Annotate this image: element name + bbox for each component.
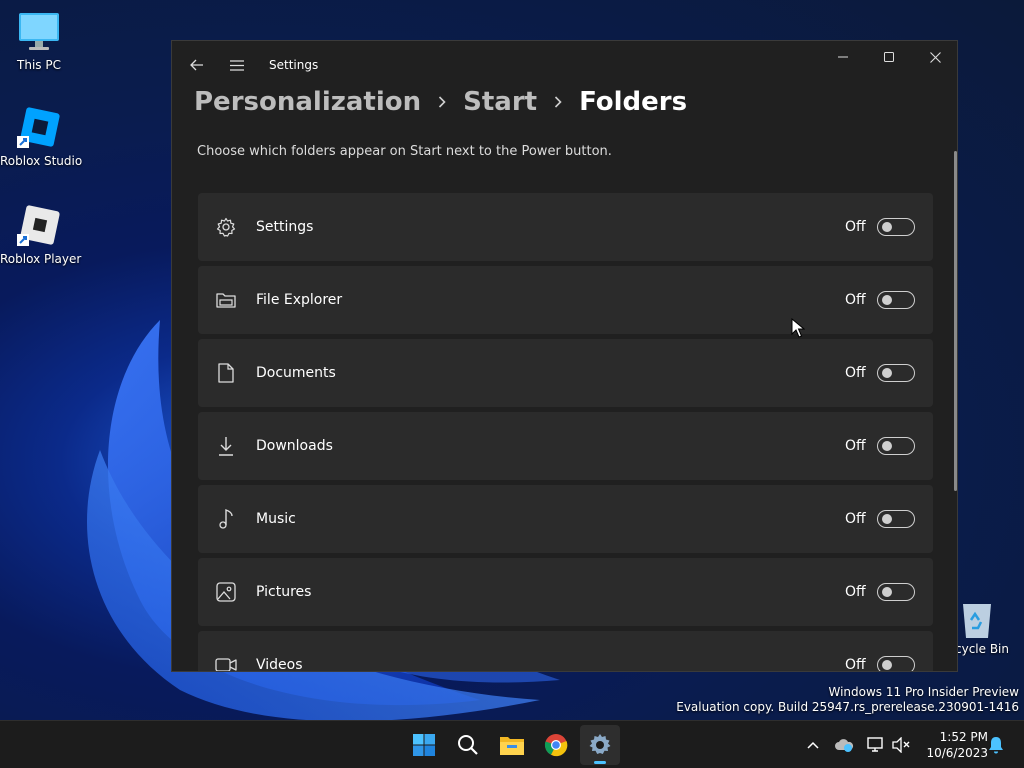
bell-icon	[989, 737, 1003, 754]
folder-name: Videos	[256, 657, 303, 672]
window-title: Settings	[269, 58, 319, 72]
desktop-icon-label: Roblox Studio	[0, 154, 83, 168]
folder-name: Music	[256, 511, 296, 527]
folder-name: Documents	[256, 365, 336, 381]
pictures-toggle[interactable]	[877, 583, 915, 601]
mouse-cursor-icon	[791, 318, 805, 338]
network-icon	[867, 737, 883, 752]
watermark-edition: Windows 11 Pro Insider Preview	[828, 685, 1019, 699]
settings-window: Settings Personalization Start Folders C…	[171, 40, 958, 672]
minimize-button[interactable]	[820, 41, 866, 73]
network-tray-button[interactable]	[866, 735, 886, 755]
chevron-up-icon	[807, 741, 819, 749]
hamburger-icon	[230, 59, 244, 71]
show-hidden-icons-button[interactable]	[803, 735, 823, 755]
breadcrumb-personalization[interactable]: Personalization	[194, 87, 421, 117]
document-icon	[214, 361, 238, 385]
build-watermark: Windows 11 Pro Insider Preview Evaluatio…	[676, 685, 1019, 715]
roblox-player-icon	[17, 204, 61, 248]
folder-name: Pictures	[256, 584, 312, 600]
back-button[interactable]	[182, 51, 212, 79]
videos-toggle[interactable]	[877, 656, 915, 671]
video-icon	[214, 653, 238, 671]
taskbar: 1:52 PM 10/6/2023	[0, 720, 1024, 768]
desktop-icon-this-pc[interactable]: This PC	[0, 10, 78, 72]
notification-button[interactable]	[986, 735, 1006, 755]
desktop-icon-roblox-studio[interactable]: Roblox Studio	[0, 106, 83, 168]
folder-row-file-explorer[interactable]: File Explorer Off	[198, 266, 933, 334]
folder-row-music[interactable]: Music Off	[198, 485, 933, 553]
toggle-state-label: Off	[845, 219, 866, 235]
start-icon	[413, 734, 435, 756]
clock-date: 10/6/2023	[926, 746, 988, 760]
music-toggle[interactable]	[877, 510, 915, 528]
file-explorer-taskbar-button[interactable]	[492, 725, 532, 765]
desktop-icon-recycle-bin[interactable]: cycle Bin	[955, 598, 1024, 656]
folder-row-settings[interactable]: Settings Off	[198, 193, 933, 261]
recycle-bin-label: cycle Bin	[955, 642, 1009, 656]
toggle-state-label: Off	[845, 438, 866, 454]
recycle-bin-icon	[957, 598, 997, 640]
navigation-menu-button[interactable]	[222, 51, 252, 79]
chrome-icon	[544, 734, 568, 757]
clock-time: 1:52 PM	[939, 730, 988, 744]
minimize-icon	[838, 56, 848, 58]
taskbar-clock[interactable]: 1:52 PM 10/6/2023	[918, 729, 988, 761]
maximize-button[interactable]	[866, 41, 912, 73]
folder-name: Downloads	[256, 438, 333, 454]
breadcrumb: Personalization Start Folders	[194, 87, 687, 117]
folder-name: Settings	[256, 219, 314, 235]
vertical-scrollbar[interactable]	[954, 151, 957, 491]
watermark-build: Evaluation copy. Build 25947.rs_prerelea…	[676, 700, 1019, 714]
breadcrumb-folders: Folders	[579, 87, 688, 117]
maximize-icon	[884, 52, 894, 62]
music-note-icon	[214, 507, 238, 531]
file-explorer-icon	[500, 737, 524, 755]
file-explorer-toggle[interactable]	[877, 291, 915, 309]
volume-tray-button[interactable]	[891, 735, 911, 755]
onedrive-tray-button[interactable]	[834, 735, 854, 755]
desktop-icon-label: This PC	[17, 58, 61, 72]
toggle-state-label: Off	[845, 584, 866, 600]
toggle-state-label: Off	[845, 511, 866, 527]
arrow-left-icon	[190, 59, 203, 71]
file-explorer-icon	[214, 288, 238, 312]
toggle-state-label: Off	[845, 292, 866, 308]
close-button[interactable]	[912, 41, 957, 73]
gear-icon	[214, 215, 238, 239]
folder-row-videos[interactable]: Videos Off	[198, 631, 933, 672]
chevron-right-icon	[435, 92, 449, 112]
desktop-icon-roblox-player[interactable]: Roblox Player	[0, 204, 82, 266]
picture-icon	[214, 580, 238, 604]
speaker-muted-icon	[892, 737, 910, 753]
toggle-state-label: Off	[845, 657, 866, 672]
chevron-right-icon	[551, 92, 565, 112]
folder-row-pictures[interactable]: Pictures Off	[198, 558, 933, 626]
settings-icon	[589, 734, 611, 754]
settings-toggle[interactable]	[877, 218, 915, 236]
roblox-studio-icon	[17, 106, 61, 150]
downloads-toggle[interactable]	[877, 437, 915, 455]
desktop-icon-label: Roblox Player	[0, 252, 82, 266]
cloud-icon	[835, 739, 854, 752]
start-button[interactable]	[404, 725, 444, 765]
search-icon	[458, 735, 478, 755]
breadcrumb-start[interactable]: Start	[463, 87, 537, 117]
close-icon	[929, 51, 941, 63]
folder-name: File Explorer	[256, 292, 343, 308]
search-button[interactable]	[448, 725, 488, 765]
monitor-icon	[17, 10, 61, 54]
settings-taskbar-button[interactable]	[580, 725, 620, 765]
toggle-state-label: Off	[845, 365, 866, 381]
page-description: Choose which folders appear on Start nex…	[197, 144, 612, 159]
title-bar[interactable]: Settings	[172, 41, 957, 89]
documents-toggle[interactable]	[877, 364, 915, 382]
folder-row-documents[interactable]: Documents Off	[198, 339, 933, 407]
chrome-button[interactable]	[536, 725, 576, 765]
download-icon	[214, 434, 238, 458]
folder-row-downloads[interactable]: Downloads Off	[198, 412, 933, 480]
